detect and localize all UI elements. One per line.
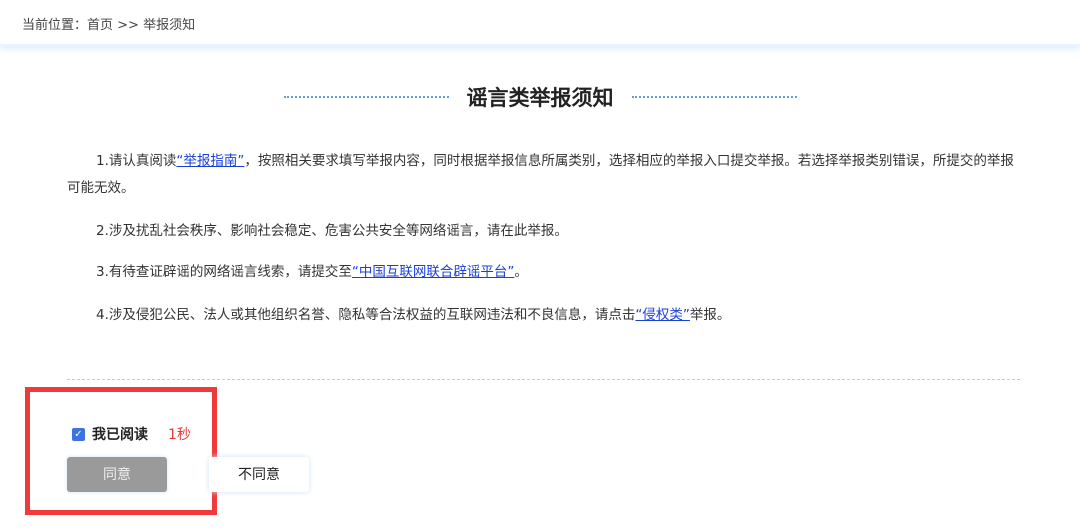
- report-guide-link[interactable]: “举报指南”: [176, 153, 244, 169]
- read-checkbox-label[interactable]: 我已阅读: [92, 424, 148, 444]
- section-divider: [67, 379, 1020, 380]
- highlight-box: [25, 387, 217, 515]
- notice-text: 1.请认真阅读: [96, 153, 177, 169]
- page-title: 谣言类举报须知: [466, 86, 614, 110]
- infringement-link[interactable]: “侵权类”: [635, 307, 690, 323]
- notice-text: 。: [514, 264, 528, 280]
- disagree-button[interactable]: 不同意: [209, 457, 309, 492]
- breadcrumb-separator: >>: [113, 18, 144, 33]
- notice-item-1: 1.请认真阅读“举报指南”，按照相关要求填写举报内容，同时根据举报信息所属类别，…: [67, 148, 1022, 202]
- breadcrumb-home[interactable]: 首页: [87, 18, 113, 33]
- read-checkbox[interactable]: ✓: [72, 428, 85, 441]
- notice-text: 2.涉及扰乱社会秩序、影响社会稳定、危害公共安全等网络谣言，请在此举报。: [96, 223, 568, 239]
- header-bar: 当前位置：首页 >> 举报须知: [0, 0, 1080, 46]
- rumor-platform-link[interactable]: “中国互联网联合辟谣平台”: [352, 264, 515, 280]
- agree-button[interactable]: 同意: [67, 457, 167, 492]
- notice-item-2: 2.涉及扰乱社会秩序、影响社会稳定、危害公共安全等网络谣言，请在此举报。: [67, 218, 1022, 245]
- breadcrumb: 当前位置：首页 >> 举报须知: [22, 14, 195, 33]
- title-divider-left: [283, 96, 449, 98]
- countdown-timer: 1秒: [168, 427, 191, 443]
- notice-text: 举报。: [689, 307, 731, 323]
- notice-item-3: 3.有待查证辟谣的网络谣言线索，请提交至“中国互联网联合辟谣平台”。: [67, 259, 1022, 286]
- notice-text: 4.涉及侵犯公民、法人或其他组织名誉、隐私等合法权益的互联网违法和不良信息，请点…: [96, 307, 636, 323]
- notice-item-4: 4.涉及侵犯公民、法人或其他组织名誉、隐私等合法权益的互联网违法和不良信息，请点…: [67, 302, 1022, 329]
- breadcrumb-current: 举报须知: [143, 18, 196, 33]
- notice-text: 3.有待查证辟谣的网络谣言线索，请提交至: [96, 264, 352, 280]
- title-divider-right: [631, 96, 797, 98]
- title-row: 谣言类举报须知: [0, 82, 1080, 112]
- breadcrumb-label: 当前位置：: [22, 18, 88, 33]
